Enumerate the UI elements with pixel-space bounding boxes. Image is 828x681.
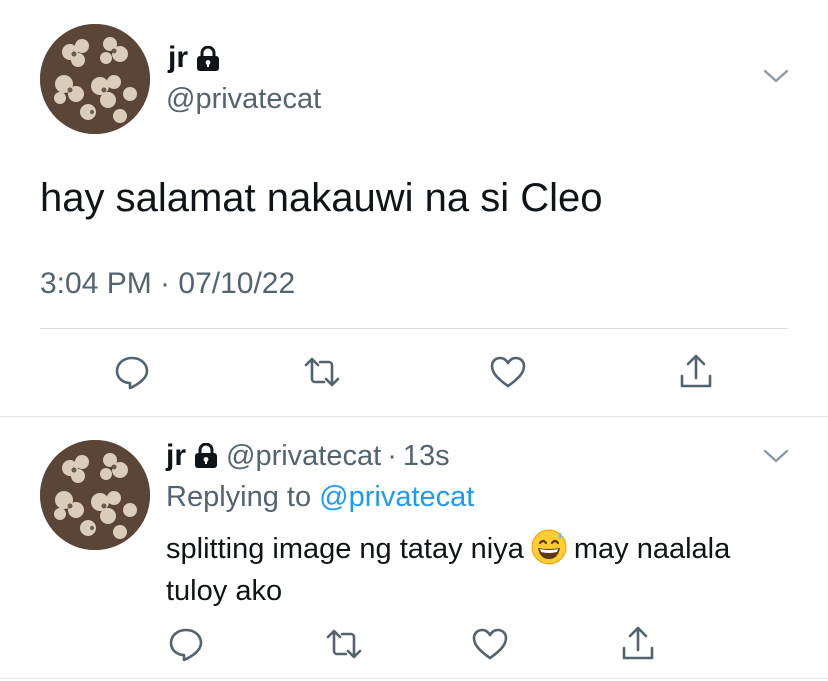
tweet-detail-screen: jr @privatecat hay salamat nakauwi na si…: [0, 0, 828, 681]
avatar-image: [40, 440, 150, 550]
separator-dot: ·: [387, 440, 397, 472]
tweet-text: splitting image ng tatay niya may naalal…: [166, 528, 766, 612]
divider: [40, 328, 788, 329]
reply-icon: [169, 628, 203, 662]
avatar[interactable]: [40, 440, 150, 550]
retweet-icon: [304, 357, 340, 387]
chevron-down-icon[interactable]: [762, 66, 790, 86]
avatar[interactable]: [40, 24, 150, 134]
like-icon: [472, 628, 508, 660]
divider: [0, 416, 828, 417]
lock-icon: [196, 45, 220, 71]
share-icon: [622, 626, 654, 660]
like-icon: [490, 356, 526, 388]
tweet-timestamp[interactable]: 3:04 PM · 07/10/22: [40, 266, 295, 302]
like-button[interactable]: [468, 622, 512, 666]
share-button[interactable]: [674, 350, 718, 394]
grinning-face-with-sweat-icon: [530, 528, 568, 566]
retweet-button[interactable]: [322, 622, 366, 666]
share-button[interactable]: [616, 622, 660, 666]
tweet-time-ago[interactable]: 13s: [403, 438, 450, 474]
avatar-image: [40, 24, 150, 134]
reply-button[interactable]: [110, 350, 154, 394]
share-icon: [680, 354, 712, 388]
reply-header: jr @privatecat · 13s: [166, 438, 450, 474]
author-name[interactable]: jr: [168, 40, 220, 76]
mention-link[interactable]: @privatecat: [319, 481, 474, 513]
retweet-button[interactable]: [300, 350, 344, 394]
lock-icon: [194, 442, 218, 469]
reply-icon: [115, 356, 149, 390]
replying-prefix: Replying to: [166, 481, 312, 513]
divider: [0, 678, 828, 679]
tweet-text: hay salamat nakauwi na si Cleo: [40, 176, 603, 220]
author-handle[interactable]: @privatecat: [226, 438, 381, 474]
author-name[interactable]: jr: [166, 438, 186, 474]
replying-to: Replying to @privatecat: [166, 479, 474, 515]
like-button[interactable]: [486, 350, 530, 394]
tweet-text-part: splitting image ng tatay niya: [166, 533, 524, 565]
author-handle[interactable]: @privatecat: [166, 82, 321, 116]
reply-button[interactable]: [164, 622, 208, 666]
retweet-icon: [326, 629, 362, 659]
chevron-down-icon[interactable]: [762, 446, 790, 466]
author-name-text[interactable]: jr: [168, 40, 188, 76]
